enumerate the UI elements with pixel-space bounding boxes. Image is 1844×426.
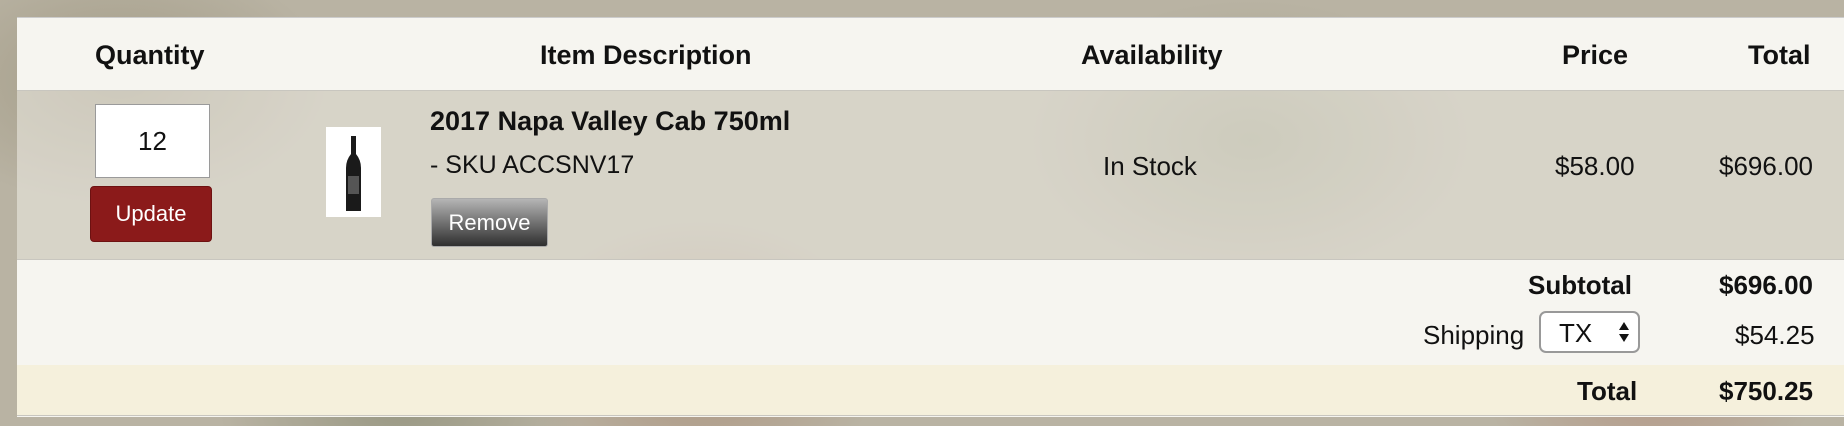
grand-total-label: Total xyxy=(1577,376,1638,406)
header-price: Price xyxy=(1562,40,1629,70)
shipping-state-select[interactable]: TX xyxy=(1539,311,1640,353)
header-total: Total xyxy=(1748,40,1811,70)
quantity-input[interactable]: 12 xyxy=(95,104,210,178)
cart-header-row: Quantity Item Description Availability P… xyxy=(17,17,1844,91)
item-availability: In Stock xyxy=(1103,151,1197,181)
cart-item-row: 12 Update 2017 Napa Valley Cab 750ml - S… xyxy=(17,91,1844,259)
shipping-value: $54.25 xyxy=(1735,320,1815,350)
shipping-state-value: TX xyxy=(1559,318,1593,348)
remove-button[interactable]: Remove xyxy=(431,198,548,247)
item-sku: - SKU ACCSNV17 xyxy=(430,151,635,179)
item-total: $696.00 xyxy=(1719,151,1813,181)
header-availability: Availability xyxy=(1081,40,1223,70)
up-down-arrows-icon xyxy=(1619,322,1629,342)
product-thumbnail[interactable] xyxy=(326,127,381,217)
grand-total-row: Total $750.25 xyxy=(17,365,1844,416)
subtotal-value: $696.00 xyxy=(1719,270,1813,300)
subtotal-label: Subtotal xyxy=(1528,270,1632,300)
update-button[interactable]: Update xyxy=(90,186,212,242)
grand-total-value: $750.25 xyxy=(1719,376,1813,406)
header-quantity: Quantity xyxy=(95,40,205,70)
header-item-description: Item Description xyxy=(540,40,752,70)
item-price: $58.00 xyxy=(1555,151,1635,181)
cart-summary: Subtotal $696.00 Shipping TX $54.25 Tota… xyxy=(17,259,1844,417)
shipping-label: Shipping xyxy=(1423,320,1525,350)
wine-bottle-icon xyxy=(346,136,361,211)
item-title[interactable]: 2017 Napa Valley Cab 750ml xyxy=(430,106,790,137)
cart-table: Quantity Item Description Availability P… xyxy=(17,17,1844,417)
